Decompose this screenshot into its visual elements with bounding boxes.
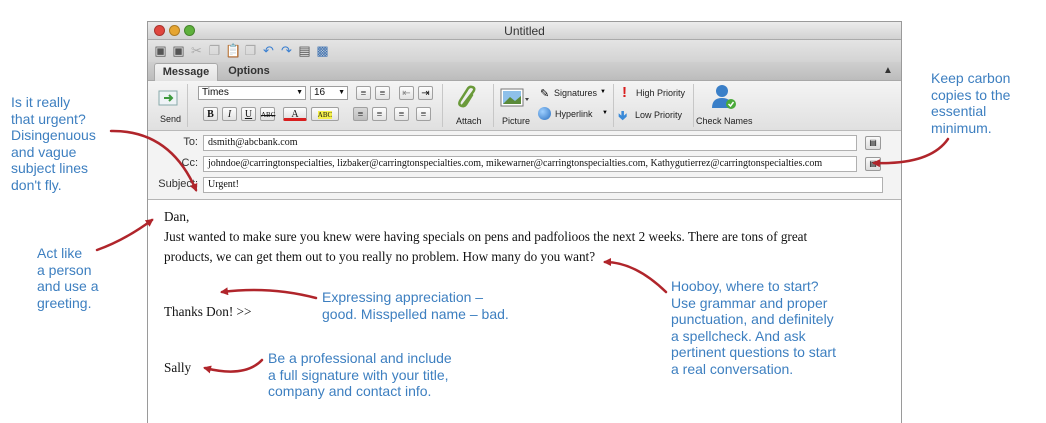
body-signature: Sally xyxy=(164,360,192,375)
to-label: To: xyxy=(183,136,198,148)
body-greeting: Dan, xyxy=(164,209,190,224)
globe-icon xyxy=(538,107,551,120)
font-size-select[interactable]: 16 ▼ xyxy=(310,86,348,100)
numbering-button[interactable]: ≡ xyxy=(375,86,390,100)
chevron-down-icon: ▼ xyxy=(600,89,606,95)
paperclip-icon xyxy=(458,85,476,108)
copy-icon[interactable]: ❐ xyxy=(207,43,222,58)
exclamation-icon: ! xyxy=(622,84,627,101)
underline-button[interactable]: U xyxy=(241,107,256,121)
justify-button[interactable]: ≡ xyxy=(416,107,431,121)
chevron-down-icon: ▼ xyxy=(602,110,608,116)
chevron-down-icon: ▼ xyxy=(296,89,303,96)
align-right-button[interactable]: ≡ xyxy=(394,107,409,121)
divider xyxy=(613,84,614,127)
annotation-carbon-copies: Keep carbon copies to the essential mini… xyxy=(931,70,1011,136)
paste-icon[interactable]: 📋 xyxy=(225,43,241,58)
send-icon xyxy=(158,90,178,106)
picture-label: Picture xyxy=(502,116,531,126)
align-left-button[interactable]: ≡ xyxy=(353,107,368,121)
font-name-select[interactable]: Times ▼ xyxy=(198,86,306,100)
align-center-button[interactable]: ≡ xyxy=(372,107,387,121)
low-priority-label: Low Priority xyxy=(635,110,683,120)
strikethrough-button[interactable]: ABC xyxy=(260,107,275,121)
check-names-button[interactable]: Check Names xyxy=(696,83,754,127)
divider xyxy=(187,84,188,127)
picture-icon xyxy=(500,88,529,107)
cc-label: Cc: xyxy=(181,157,199,169)
italic-button[interactable]: I xyxy=(222,107,237,121)
window-title: Untitled xyxy=(504,24,545,38)
annotation-urgent: Is it really that urgent? Disingenuous a… xyxy=(11,94,96,193)
ribbon: Send Times ▼ 16 ▼ ≡ ≡ ⇤ ⇥ B I U ABC A AB… xyxy=(148,81,901,131)
annotation-appreciation: Expressing appreciation – good. Misspell… xyxy=(322,289,509,322)
signatures-label: Signatures xyxy=(554,88,598,98)
low-priority-button[interactable]: 🢃 Low Priority xyxy=(618,108,690,123)
signatures-button[interactable]: ✎ Signatures ▼ xyxy=(540,87,606,101)
highlight-button[interactable]: ABC xyxy=(311,107,339,121)
save-as-icon[interactable]: ▣ xyxy=(171,43,186,58)
tab-options[interactable]: Options xyxy=(220,63,278,80)
attach-button[interactable]: Attach xyxy=(448,85,488,127)
pen-icon: ✎ xyxy=(540,88,550,100)
address-book-icon[interactable]: ▤ xyxy=(865,157,881,171)
arrow-greeting xyxy=(95,218,154,252)
divider xyxy=(693,84,694,127)
attach-label: Attach xyxy=(456,116,482,126)
undo-icon[interactable]: ↶ xyxy=(261,43,276,58)
divider xyxy=(442,84,443,127)
message-header: To: dsmith@abcbank.com ▤ Cc: johndoe@car… xyxy=(148,131,901,200)
down-arrow-icon: 🢃 xyxy=(618,108,628,123)
annotation-professional: Be a professional and include a full sig… xyxy=(268,350,452,399)
address-book-icon[interactable]: ▤ xyxy=(865,136,881,150)
redo-icon[interactable]: ↷ xyxy=(279,43,294,58)
hyperlink-button[interactable]: Hyperlink ▼ xyxy=(538,107,610,123)
format-icon[interactable]: ❐ xyxy=(243,43,258,58)
bold-button[interactable]: B xyxy=(203,107,218,121)
to-field[interactable]: dsmith@abcbank.com xyxy=(203,135,857,151)
ribbon-tabs: Message Options ▲ xyxy=(148,62,901,81)
hyperlink-label: Hyperlink xyxy=(555,109,593,119)
picture-button[interactable]: Picture xyxy=(498,85,536,127)
send-label: Send xyxy=(160,114,182,124)
address-book-icon[interactable]: ▩ xyxy=(315,43,330,58)
chevron-down-icon: ▼ xyxy=(338,89,345,96)
high-priority-button[interactable]: ! High Priority xyxy=(620,84,690,101)
decrease-indent-button[interactable]: ⇤ xyxy=(399,86,414,100)
font-color-button[interactable]: A xyxy=(283,107,307,121)
cut-icon[interactable]: ✂ xyxy=(189,43,204,58)
increase-indent-button[interactable]: ⇥ xyxy=(418,86,433,100)
save-icon[interactable]: ▣ xyxy=(153,43,168,58)
print-icon[interactable]: ▤ xyxy=(297,43,312,58)
person-check-icon xyxy=(712,85,736,109)
annotation-greeting: Act like a person and use a greeting. xyxy=(37,245,99,311)
tab-message[interactable]: Message xyxy=(154,63,218,81)
subject-field[interactable]: Urgent! xyxy=(203,177,883,193)
title-bar: Untitled xyxy=(148,22,901,40)
body-thanks: Thanks Don! >> xyxy=(164,304,252,319)
quick-access-toolbar: ▣ ▣ ✂ ❐ 📋 ❐ ↶ ↷ ▤ ▩ xyxy=(148,40,901,62)
cc-field[interactable]: johndoe@carringtonspecialties, lizbaker@… xyxy=(203,156,857,172)
bullets-button[interactable]: ≡ xyxy=(356,86,371,100)
high-priority-label: High Priority xyxy=(636,88,686,98)
divider xyxy=(493,84,494,127)
subject-label: Subject: xyxy=(158,178,198,190)
check-names-label: Check Names xyxy=(696,116,753,126)
body-line: products, we can get them out to you rea… xyxy=(164,249,596,264)
body-line: Just wanted to make sure you knew were h… xyxy=(164,229,808,244)
send-button[interactable]: Send xyxy=(155,85,183,127)
annotation-hooboy: Hooboy, where to start? Use grammar and … xyxy=(671,278,836,377)
collapse-ribbon-icon[interactable]: ▲ xyxy=(881,64,895,77)
